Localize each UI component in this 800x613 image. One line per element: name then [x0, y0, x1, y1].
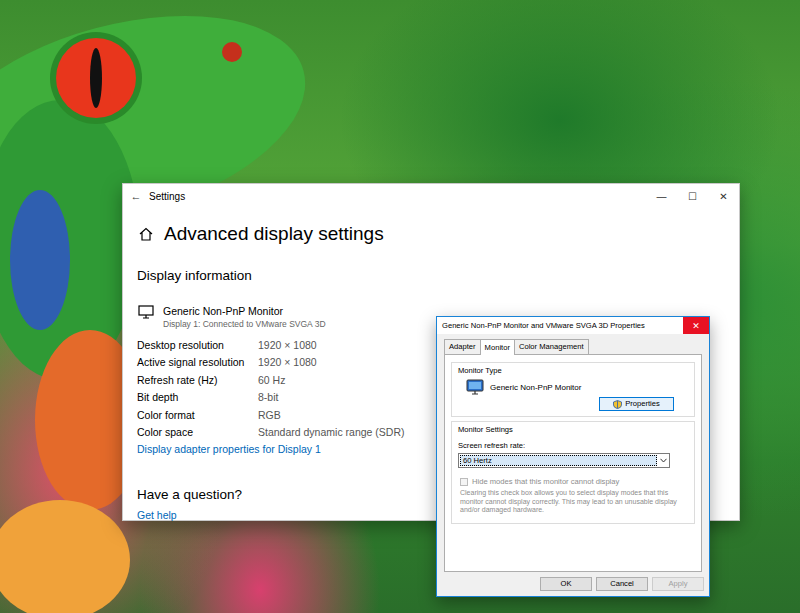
dialog-close-button[interactable]: ✕: [683, 317, 709, 334]
monitor-icon: [138, 305, 154, 319]
tab-label: Adapter: [449, 342, 476, 351]
minimize-button[interactable]: —: [646, 191, 677, 202]
properties-button-row: Properties: [458, 397, 674, 411]
refresh-rate-label: Screen refresh rate:: [458, 441, 688, 450]
section-title: Display information: [137, 267, 725, 285]
hide-modes-row: Hide modes that this monitor cannot disp…: [460, 477, 688, 486]
tab[interactable]: Color Management: [514, 339, 589, 354]
dialog-title: Generic Non-PnP Monitor and VMware SVGA …: [437, 321, 683, 330]
monitor-icon: [466, 379, 484, 395]
refresh-rate-value: 60 Hertz: [460, 455, 657, 466]
button-label: OK: [561, 579, 572, 589]
tab-panel: Monitor Type Generic Non-PnP Monitor Prope…: [444, 354, 702, 572]
tab-label: Color Management: [519, 342, 584, 351]
shield-icon: [613, 400, 622, 409]
group-legend: Monitor Settings: [458, 425, 688, 435]
info-label: Bit depth: [137, 391, 258, 403]
monitor-settings-group: Monitor Settings Screen refresh rate: 60 H…: [451, 421, 695, 524]
refresh-rate-dropdown[interactable]: 60 Hertz: [458, 453, 670, 468]
info-label: Refresh rate (Hz): [137, 374, 258, 386]
monitor-type-name: Generic Non-PnP Monitor: [490, 383, 581, 392]
button-label: Properties: [625, 399, 660, 409]
cancel-button[interactable]: Cancel: [596, 577, 648, 591]
tab[interactable]: Monitor: [480, 339, 515, 355]
monitor-type-group: Monitor Type Generic Non-PnP Monitor Prope…: [451, 362, 695, 417]
page-heading: Advanced display settings: [139, 221, 725, 247]
group-legend: Monitor Type: [458, 366, 688, 376]
heading-text: Advanced display settings: [164, 221, 384, 247]
tab[interactable]: Adapter: [444, 339, 481, 354]
monitor-name: Generic Non-PnP Monitor: [163, 305, 326, 318]
ok-button[interactable]: OK: [540, 577, 592, 591]
window-title: Settings: [149, 191, 646, 202]
warning-note: Clearing this check box allows you to se…: [460, 489, 688, 515]
monitor-text: Generic Non-PnP MonitorDisplay 1: Connec…: [163, 305, 326, 331]
dropdown-arrow: [658, 458, 669, 463]
chevron-down-icon: [660, 458, 667, 463]
apply-button: Apply: [652, 577, 704, 591]
info-label: Desktop resolution: [137, 339, 258, 351]
dialog-buttons: OK Cancel Apply: [437, 572, 709, 591]
info-label: Color space: [137, 426, 258, 438]
tab-label: Monitor: [485, 343, 510, 352]
button-label: Cancel: [610, 579, 634, 589]
maximize-button[interactable]: ☐: [677, 191, 708, 202]
hide-modes-label: Hide modes that this monitor cannot disp…: [472, 477, 619, 486]
hide-modes-checkbox: [460, 478, 468, 486]
info-label: Active signal resolution: [137, 356, 258, 368]
dialog-title-bar: Generic Non-PnP Monitor and VMware SVGA …: [437, 317, 709, 334]
home-icon: [139, 227, 153, 241]
properties-dialog: Generic Non-PnP Monitor and VMware SVGA …: [436, 316, 710, 597]
button-label: Apply: [669, 579, 688, 589]
monitor-connection: Display 1: Connected to VMware SVGA 3D: [163, 318, 326, 331]
title-bar: ←Settings—☐✕: [123, 184, 739, 208]
info-label: Color format: [137, 409, 258, 421]
tab-strip: Adapter Monitor Color Management: [444, 339, 702, 354]
monitor-type-row: Generic Non-PnP Monitor: [466, 379, 688, 395]
properties-button[interactable]: Properties: [599, 397, 674, 411]
close-button[interactable]: ✕: [708, 191, 739, 202]
back-button[interactable]: ←: [123, 190, 149, 202]
